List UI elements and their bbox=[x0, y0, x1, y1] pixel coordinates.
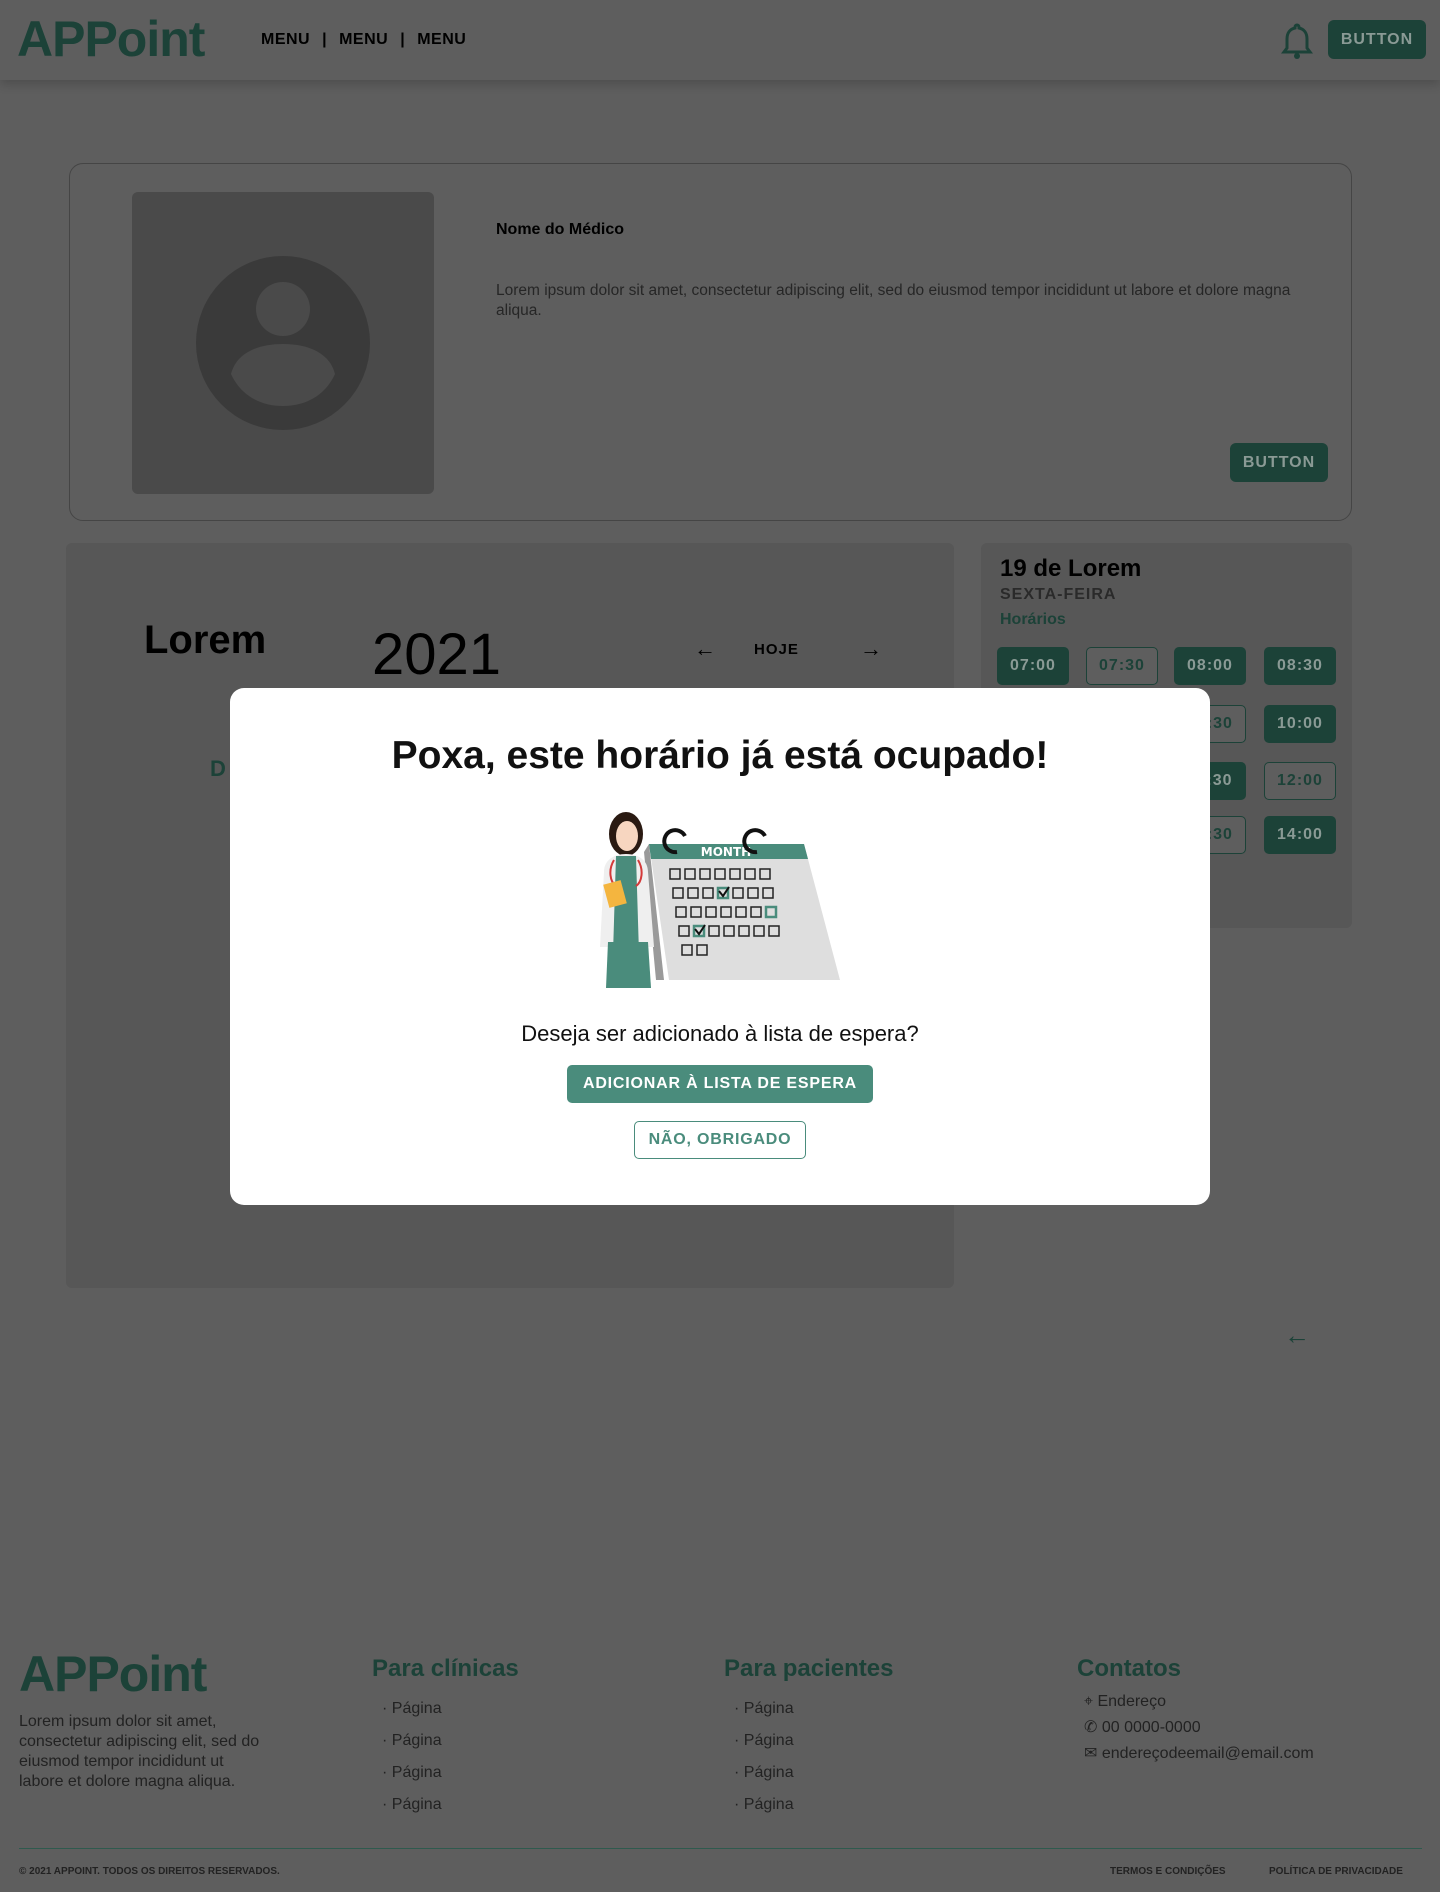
schedule-date: 19 de Lorem bbox=[1000, 555, 1142, 582]
menu-item-2[interactable]: MENU bbox=[339, 31, 388, 49]
footer-divider bbox=[19, 1848, 1422, 1849]
footer-clinics-title: Para clínicas bbox=[372, 1655, 519, 1682]
footer-link[interactable]: · Página bbox=[382, 1725, 519, 1757]
doctor-name: Nome do Médico bbox=[496, 221, 625, 238]
modal-title: Poxa, este horário já está ocupado! bbox=[391, 734, 1049, 777]
no-thanks-button[interactable]: NÃO, OBRIGADO bbox=[634, 1121, 806, 1159]
footer-link[interactable]: · Página bbox=[734, 1725, 893, 1757]
doctor-description: Lorem ipsum dolor sit amet, consectetur … bbox=[496, 282, 1291, 319]
time-slot[interactable]: 12:00 bbox=[1264, 762, 1336, 800]
user-placeholder-icon bbox=[196, 256, 370, 430]
footer-link[interactable]: · Página bbox=[734, 1789, 893, 1821]
doctor-profile-card: Nome do Médico Lorem ipsum dolor sit ame… bbox=[69, 163, 1352, 521]
time-slot[interactable]: 07:00 bbox=[997, 647, 1069, 685]
logo[interactable]: APPoint bbox=[17, 10, 205, 68]
phone-icon: ✆ bbox=[1084, 1719, 1098, 1736]
calendar-month: Lorem bbox=[144, 618, 267, 662]
calendar-year: 2021 bbox=[372, 622, 502, 687]
privacy-link[interactable]: POLÍTICA DE PRIVACIDADE bbox=[1269, 1866, 1403, 1877]
slot-occupied-modal: Poxa, este horário já está ocupado! MONT… bbox=[230, 688, 1210, 1205]
bell-icon[interactable] bbox=[1281, 22, 1313, 60]
footer-link[interactable]: · Página bbox=[382, 1693, 519, 1725]
location-pin-icon: ⌖ bbox=[1084, 1693, 1094, 1710]
modal-question: Deseja ser adicionado à lista de espera? bbox=[521, 1021, 919, 1046]
prev-month-arrow-icon[interactable]: ← bbox=[694, 636, 716, 662]
profile-button[interactable]: BUTTON bbox=[1230, 443, 1328, 482]
footer-link[interactable]: · Página bbox=[734, 1693, 893, 1725]
time-slot[interactable]: 08:00 bbox=[1174, 647, 1246, 685]
schedule-label: Horários bbox=[1000, 611, 1066, 628]
footer-contacts: Contatos ⌖ Endereço ✆ 00 0000-0000 ✉ end… bbox=[1077, 1655, 1314, 1767]
footer-contacts-title: Contatos bbox=[1077, 1655, 1181, 1682]
mail-icon: ✉ bbox=[1084, 1745, 1098, 1762]
add-to-waitlist-button[interactable]: ADICIONAR À LISTA DE ESPERA bbox=[567, 1065, 873, 1103]
footer-link[interactable]: · Página bbox=[382, 1757, 519, 1789]
footer-logo: APPoint bbox=[19, 1646, 207, 1702]
contact-address: Endereço bbox=[1097, 1693, 1166, 1710]
footer-link[interactable]: · Página bbox=[734, 1757, 893, 1789]
footer-about: Lorem ipsum dolor sit amet, consectetur … bbox=[19, 1713, 260, 1790]
today-button[interactable]: HOJE bbox=[754, 641, 799, 658]
footer-patients-title: Para pacientes bbox=[724, 1655, 894, 1682]
time-slot[interactable]: 14:00 bbox=[1264, 816, 1336, 854]
time-slot[interactable]: 07:30 bbox=[1086, 647, 1158, 685]
next-month-arrow-icon[interactable]: → bbox=[860, 636, 882, 662]
menu-separator: | bbox=[400, 31, 406, 48]
copyright: © 2021 APPOINT. TODOS OS DIREITOS RESERV… bbox=[19, 1866, 280, 1877]
contact-email[interactable]: endereçodeemail@email.com bbox=[1102, 1745, 1314, 1762]
top-nav: APPoint MENU | MENU | MENU BUTTON bbox=[0, 0, 1440, 80]
header-button[interactable]: BUTTON bbox=[1328, 20, 1426, 59]
illustration-month-label: MONTH bbox=[701, 845, 751, 859]
avatar bbox=[132, 192, 434, 494]
menu-separator: | bbox=[322, 31, 328, 48]
footer-clinics: Para clínicas · Página · Página · Página… bbox=[372, 1655, 519, 1821]
back-arrow-icon[interactable]: ← bbox=[1284, 1320, 1310, 1351]
footer-patients: Para pacientes · Página · Página · Págin… bbox=[724, 1655, 893, 1821]
schedule-weekday: SEXTA-FEIRA bbox=[1000, 586, 1117, 603]
menu-item-3[interactable]: MENU bbox=[417, 31, 466, 49]
doctor-calendar-illustration: MONTH bbox=[600, 812, 840, 988]
time-slot[interactable]: 08:30 bbox=[1264, 647, 1336, 685]
contact-phone[interactable]: 00 0000-0000 bbox=[1102, 1719, 1201, 1736]
time-slot[interactable]: 10:00 bbox=[1264, 705, 1336, 743]
weekday-header: D bbox=[210, 756, 226, 781]
terms-link[interactable]: TERMOS E CONDIÇÕES bbox=[1110, 1866, 1226, 1877]
menu-item-1[interactable]: MENU bbox=[261, 31, 310, 49]
footer-link[interactable]: · Página bbox=[382, 1789, 519, 1821]
